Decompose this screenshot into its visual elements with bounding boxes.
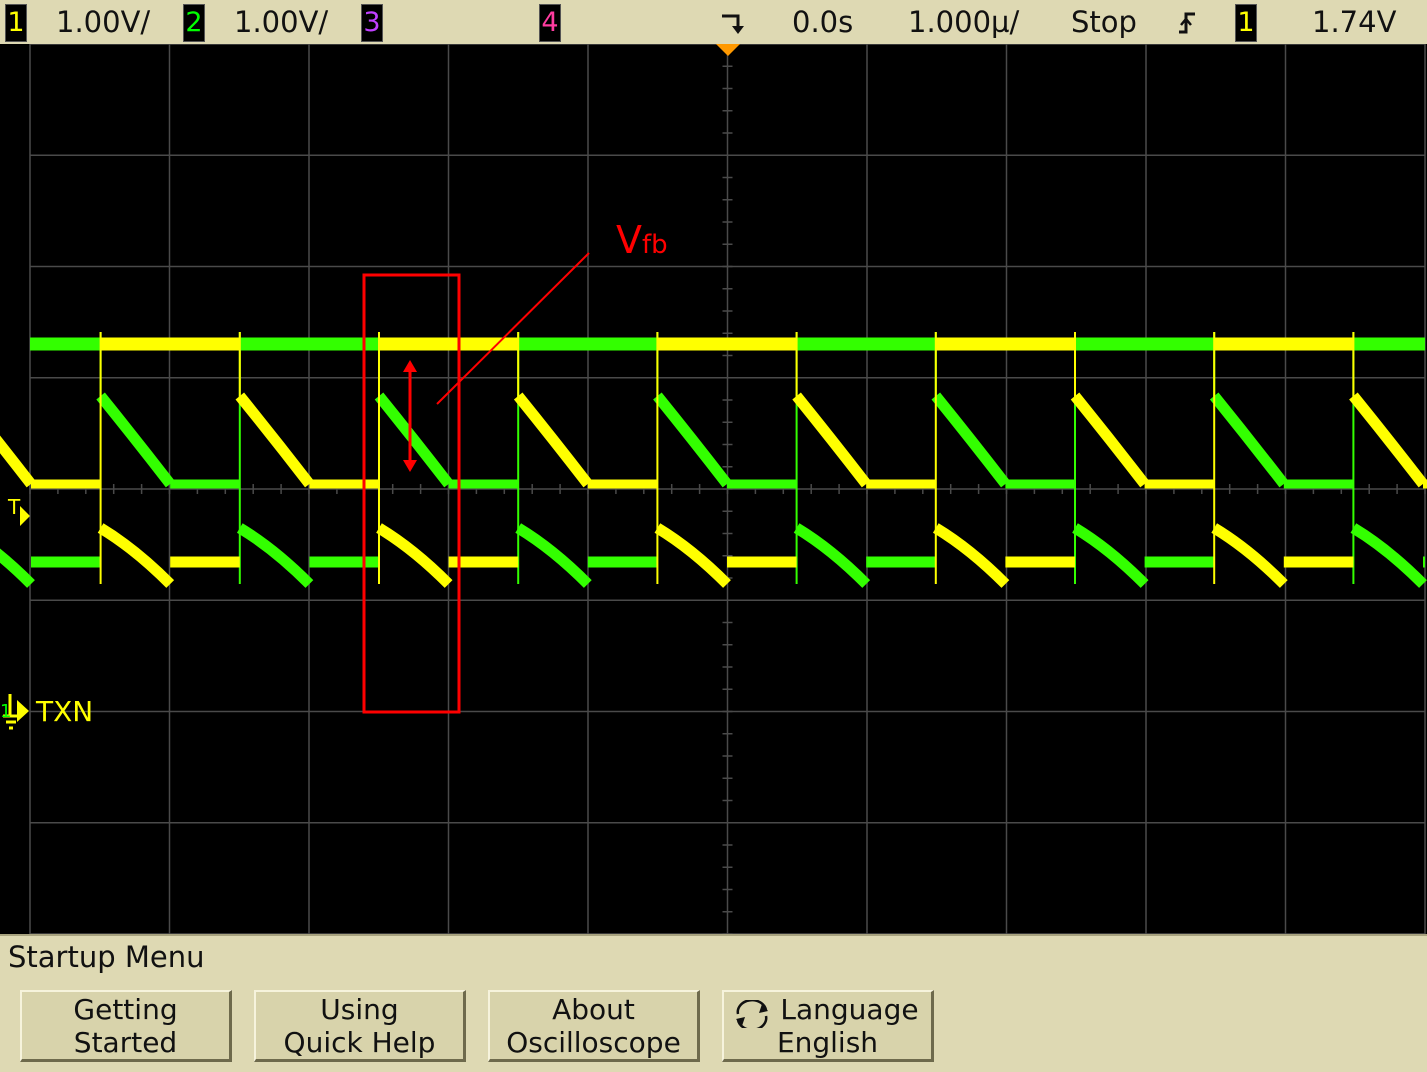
cycle-icon	[736, 1000, 768, 1028]
rising-edge-icon	[1179, 12, 1195, 34]
channel-3-indicator[interactable]: 3	[361, 4, 383, 42]
about-oscilloscope-button[interactable]: About Oscilloscope	[488, 990, 700, 1062]
waveform-canvas: T 1 TXN Vfb	[0, 44, 1427, 934]
trigger-level-arrow-icon	[20, 506, 30, 526]
channel-1-scale: 1.00V/	[56, 5, 151, 39]
svg-text:1: 1	[0, 701, 11, 722]
status-bar: 1 1.00V/ 2 1.00V/ 3 4 0.0s 1.000µ/ Stop …	[0, 0, 1427, 46]
channel-1-indicator[interactable]: 1	[5, 4, 27, 42]
softkey-menu: Startup Menu Getting Started Using Quick…	[0, 934, 1427, 1072]
getting-started-button[interactable]: Getting Started	[20, 990, 232, 1062]
language-button[interactable]: Language English	[722, 990, 934, 1062]
channel-2-trace	[0, 332, 1427, 588]
time-delay: 0.0s	[792, 5, 854, 39]
channel-2-indicator[interactable]: 2	[183, 4, 205, 42]
channel-2-scale: 1.00V/	[234, 5, 329, 39]
trigger-position-icon	[716, 44, 740, 56]
waveform-display: T 1 TXN Vfb	[0, 44, 1427, 934]
quick-help-button[interactable]: Using Quick Help	[254, 990, 466, 1062]
ground-reference-icon: 1	[0, 694, 29, 730]
menu-title: Startup Menu	[8, 940, 205, 974]
trace-label: TXN	[35, 695, 93, 728]
delay-marker-icon	[722, 14, 744, 34]
vfb-annotation: Vfb	[616, 218, 668, 262]
run-state: Stop	[1071, 5, 1137, 39]
trigger-level-marker: T	[7, 495, 21, 519]
timebase: 1.000µ/	[908, 5, 1020, 39]
channel-4-indicator[interactable]: 4	[539, 4, 561, 42]
trigger-source[interactable]: 1	[1235, 4, 1257, 42]
traces	[0, 332, 1427, 588]
vfb-arrow-icon	[403, 360, 417, 472]
trigger-level: 1.74V	[1312, 5, 1397, 39]
